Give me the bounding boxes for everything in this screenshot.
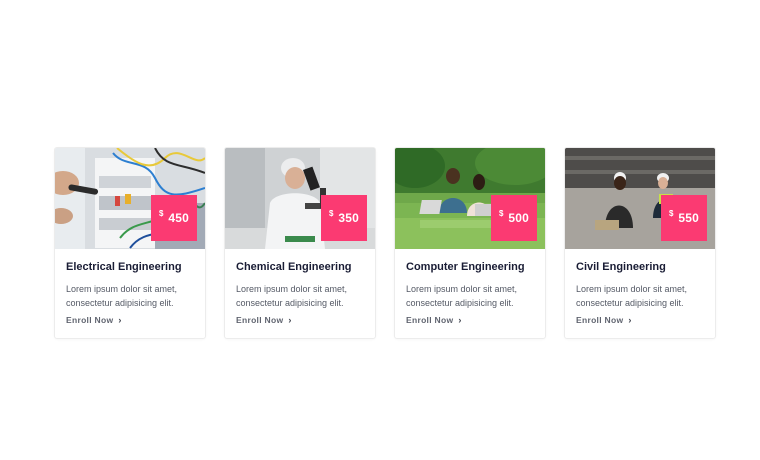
course-description: Lorem ipsum dolor sit amet, consectetur …: [236, 284, 348, 308]
course-image-electrical[interactable]: $ 450: [55, 148, 205, 249]
course-title[interactable]: Civil Engineering: [576, 261, 666, 273]
course-image-civil[interactable]: $ 550: [565, 148, 715, 249]
chevron-right-icon: ›: [458, 315, 462, 325]
currency-symbol: $: [328, 208, 334, 218]
course-description: Lorem ipsum dolor sit amet, consectetur …: [66, 284, 178, 308]
currency-symbol: $: [498, 208, 504, 218]
price-badge: $ 500: [491, 195, 537, 241]
enroll-now-label: Enroll Now: [406, 315, 454, 325]
course-card-electrical[interactable]: $ 450 Electrical Engineering Lorem ipsum…: [54, 147, 206, 339]
enroll-now-link[interactable]: Enroll Now ›: [236, 315, 292, 325]
enroll-now-link[interactable]: Enroll Now ›: [66, 315, 122, 325]
price-amount: 450: [168, 211, 190, 225]
course-image-computer[interactable]: $ 500: [395, 148, 545, 249]
chevron-right-icon: ›: [628, 315, 632, 325]
enroll-now-label: Enroll Now: [576, 315, 624, 325]
price-badge: $ 550: [661, 195, 707, 241]
course-card-computer[interactable]: $ 500 Computer Engineering Lorem ipsum d…: [394, 147, 546, 339]
course-card-civil[interactable]: $ 550 Civil Engineering Lorem ipsum dolo…: [564, 147, 716, 339]
course-description: Lorem ipsum dolor sit amet, consectetur …: [406, 284, 518, 308]
price-amount: 550: [678, 211, 700, 225]
enroll-now-link[interactable]: Enroll Now ›: [406, 315, 462, 325]
price-badge: $ 350: [321, 195, 367, 241]
price-amount: 350: [338, 211, 360, 225]
price-badge: $ 450: [151, 195, 197, 241]
enroll-now-label: Enroll Now: [236, 315, 284, 325]
course-title[interactable]: Electrical Engineering: [66, 261, 182, 273]
chevron-right-icon: ›: [118, 315, 122, 325]
course-card-chemical[interactable]: $ 350 Chemical Engineering Lorem ipsum d…: [224, 147, 376, 339]
enroll-now-link[interactable]: Enroll Now ›: [576, 315, 632, 325]
currency-symbol: $: [158, 208, 164, 218]
course-title[interactable]: Chemical Engineering: [236, 261, 352, 273]
course-title[interactable]: Computer Engineering: [406, 261, 525, 273]
chevron-right-icon: ›: [288, 315, 292, 325]
price-amount: 500: [508, 211, 530, 225]
course-grid: $ 450 Electrical Engineering Lorem ipsum…: [54, 147, 716, 339]
currency-symbol: $: [668, 208, 674, 218]
enroll-now-label: Enroll Now: [66, 315, 114, 325]
course-description: Lorem ipsum dolor sit amet, consectetur …: [576, 284, 688, 308]
course-image-chemical[interactable]: $ 350: [225, 148, 375, 249]
